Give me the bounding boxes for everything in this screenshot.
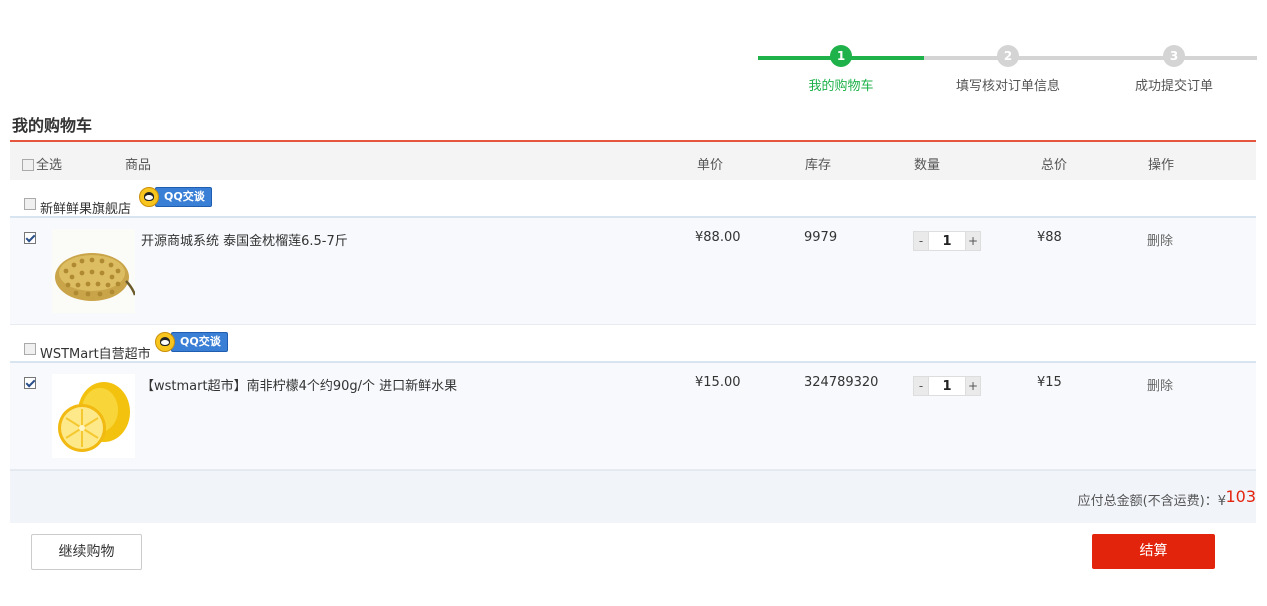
cart-table: 全选 商品 单价 库存 数量 总价 操作 新鲜鲜果旗舰店 QQ交谈 开源商城系统…: [10, 140, 1256, 523]
continue-shopping-button[interactable]: 继续购物: [31, 534, 142, 570]
qq-chat-button[interactable]: QQ交谈: [155, 331, 228, 353]
item-unit-price: ¥15.00: [695, 375, 741, 390]
qq-chat-button[interactable]: QQ交谈: [139, 186, 212, 208]
total-amount-label: 应付总金额(不含运费)：¥: [1077, 494, 1226, 509]
select-all[interactable]: 全选: [22, 154, 62, 173]
decrease-quantity-button[interactable]: -: [913, 376, 929, 396]
step-label-fill-order: 填写核对订单信息: [955, 79, 1060, 94]
item-checkbox[interactable]: [24, 232, 36, 244]
item-unit-price: ¥88.00: [695, 230, 741, 245]
step-cart: 1 我的购物车: [771, 45, 911, 94]
item-total-price: ¥15: [1037, 375, 1062, 390]
step-fill-order: 2 填写核对订单信息: [938, 45, 1078, 94]
durian-image[interactable]: [52, 229, 137, 313]
shop-name[interactable]: 新鲜鲜果旗舰店: [40, 198, 131, 217]
lemon-image[interactable]: [52, 374, 135, 458]
shop-checkbox[interactable]: [24, 343, 36, 355]
step-number-2: 2: [997, 45, 1019, 67]
cart-item-row: 开源商城系统 泰国金枕榴莲6.5-7斤 ¥88.00 9979 - + ¥88 …: [10, 218, 1256, 325]
delete-item-button[interactable]: 删除: [1147, 375, 1173, 394]
page-title: 我的购物车: [12, 116, 93, 135]
checkout-progress: 1 我的购物车 2 填写核对订单信息 3 成功提交订单: [758, 45, 1257, 95]
item-name[interactable]: 开源商城系统 泰国金枕榴莲6.5-7斤: [141, 230, 348, 249]
qq-chat-label: QQ交谈: [171, 332, 228, 352]
qq-penguin-icon: [155, 332, 175, 352]
quantity-stepper: - +: [913, 231, 981, 251]
quantity-input[interactable]: [929, 231, 965, 251]
shop-row: 新鲜鲜果旗舰店 QQ交谈: [10, 180, 1256, 218]
item-stock: 324789320: [804, 375, 879, 390]
header-total: 总价: [1041, 158, 1068, 173]
item-checkbox[interactable]: [24, 377, 36, 389]
step-number-3: 3: [1163, 45, 1185, 67]
step-number-1: 1: [830, 45, 852, 67]
increase-quantity-button[interactable]: +: [965, 376, 981, 396]
item-name[interactable]: 【wstmart超市】南非柠檬4个约90g/个 进口新鲜水果: [141, 375, 457, 394]
step-label-submit: 成功提交订单: [1134, 79, 1213, 94]
delete-item-button[interactable]: 删除: [1147, 230, 1173, 249]
cart-header: 全选 商品 单价 库存 数量 总价 操作: [10, 140, 1256, 180]
total-amount-value: 103: [1225, 487, 1256, 506]
step-submit: 3 成功提交订单: [1104, 45, 1244, 94]
qq-chat-label: QQ交谈: [155, 187, 212, 207]
checkout-button[interactable]: 结算: [1092, 534, 1215, 569]
select-all-checkbox[interactable]: [22, 159, 34, 171]
decrease-quantity-button[interactable]: -: [913, 231, 929, 251]
cart-item-row: 【wstmart超市】南非柠檬4个约90g/个 进口新鲜水果 ¥15.00 32…: [10, 363, 1256, 470]
order-summary: 应付总金额(不含运费)：¥ 103: [10, 470, 1256, 523]
quantity-stepper: - +: [913, 376, 981, 396]
shop-checkbox[interactable]: [24, 198, 36, 210]
header-quantity: 数量: [914, 158, 941, 173]
item-total-price: ¥88: [1037, 230, 1062, 245]
quantity-input[interactable]: [929, 376, 965, 396]
item-stock: 9979: [804, 230, 838, 245]
header-product: 商品: [125, 158, 152, 173]
header-action: 操作: [1148, 158, 1175, 173]
header-unit-price: 单价: [697, 158, 724, 173]
qq-penguin-icon: [139, 187, 159, 207]
step-label-cart: 我的购物车: [808, 79, 874, 94]
shop-row: WSTMart自营超市 QQ交谈: [10, 325, 1256, 363]
increase-quantity-button[interactable]: +: [965, 231, 981, 251]
shop-name[interactable]: WSTMart自营超市: [40, 343, 151, 362]
select-all-label: 全选: [36, 158, 63, 173]
header-stock: 库存: [805, 158, 832, 173]
